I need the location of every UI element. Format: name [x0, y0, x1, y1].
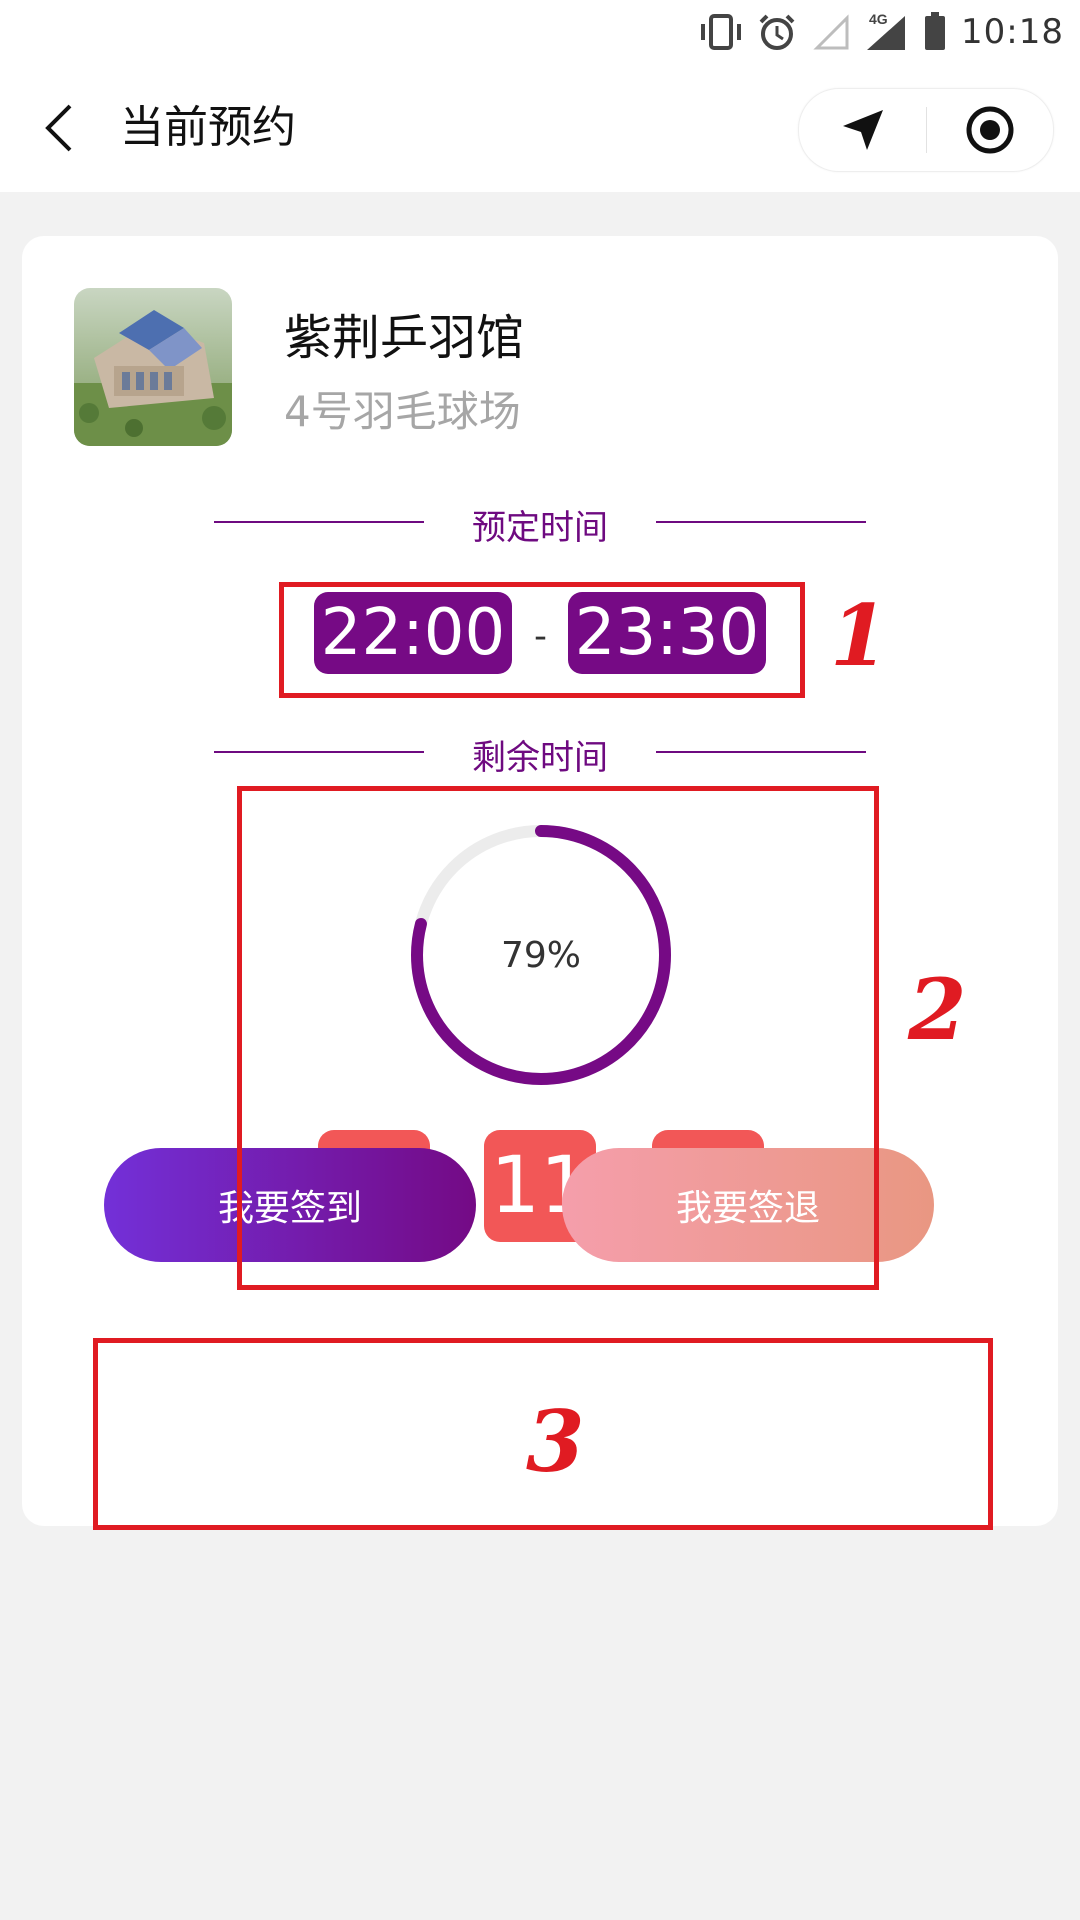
- annotation-number-1: 1: [830, 586, 889, 685]
- close-miniprogram-button[interactable]: [926, 89, 1053, 171]
- remaining-time-label: 剩余时间: [472, 738, 608, 778]
- annotation-box-1: [279, 582, 805, 698]
- mini-program-capsule: [798, 88, 1054, 172]
- status-time: 10:18: [961, 12, 1064, 52]
- court-name: 4号羽毛球场: [284, 387, 521, 436]
- divider-line-right: [656, 751, 866, 753]
- back-arrow-icon: [45, 104, 72, 152]
- annotation-box-2: [237, 786, 879, 1290]
- record-circle-icon: [966, 106, 1013, 154]
- battery-icon: [925, 12, 946, 50]
- divider-line-right: [656, 521, 866, 523]
- page-title: 当前预约: [120, 102, 296, 153]
- wifi-icon: [813, 14, 849, 50]
- venue-name: 紫荆乒羽馆: [284, 310, 525, 366]
- location-arrow-icon: [842, 110, 883, 150]
- annotation-number-3: 3: [526, 1392, 585, 1491]
- vibrate-icon: [701, 14, 742, 50]
- remaining-time-divider: 剩余时间: [214, 722, 866, 782]
- status-icons: 4G 10:18: [697, 10, 1064, 54]
- annotation-number-2: 2: [908, 960, 967, 1059]
- back-button[interactable]: [38, 100, 82, 156]
- venue-thumbnail: [74, 288, 232, 446]
- status-bar: 4G 10:18: [0, 0, 1080, 64]
- booking-time-label: 预定时间: [472, 508, 608, 548]
- network-label: 4G: [869, 12, 888, 27]
- nav-bar: 当前预约: [0, 64, 1080, 192]
- alarm-icon: [759, 14, 795, 50]
- booking-time-divider: 预定时间: [214, 492, 866, 552]
- location-button[interactable]: [799, 89, 926, 171]
- signal-icon: 4G: [867, 12, 906, 50]
- venue-building-image: [74, 288, 232, 446]
